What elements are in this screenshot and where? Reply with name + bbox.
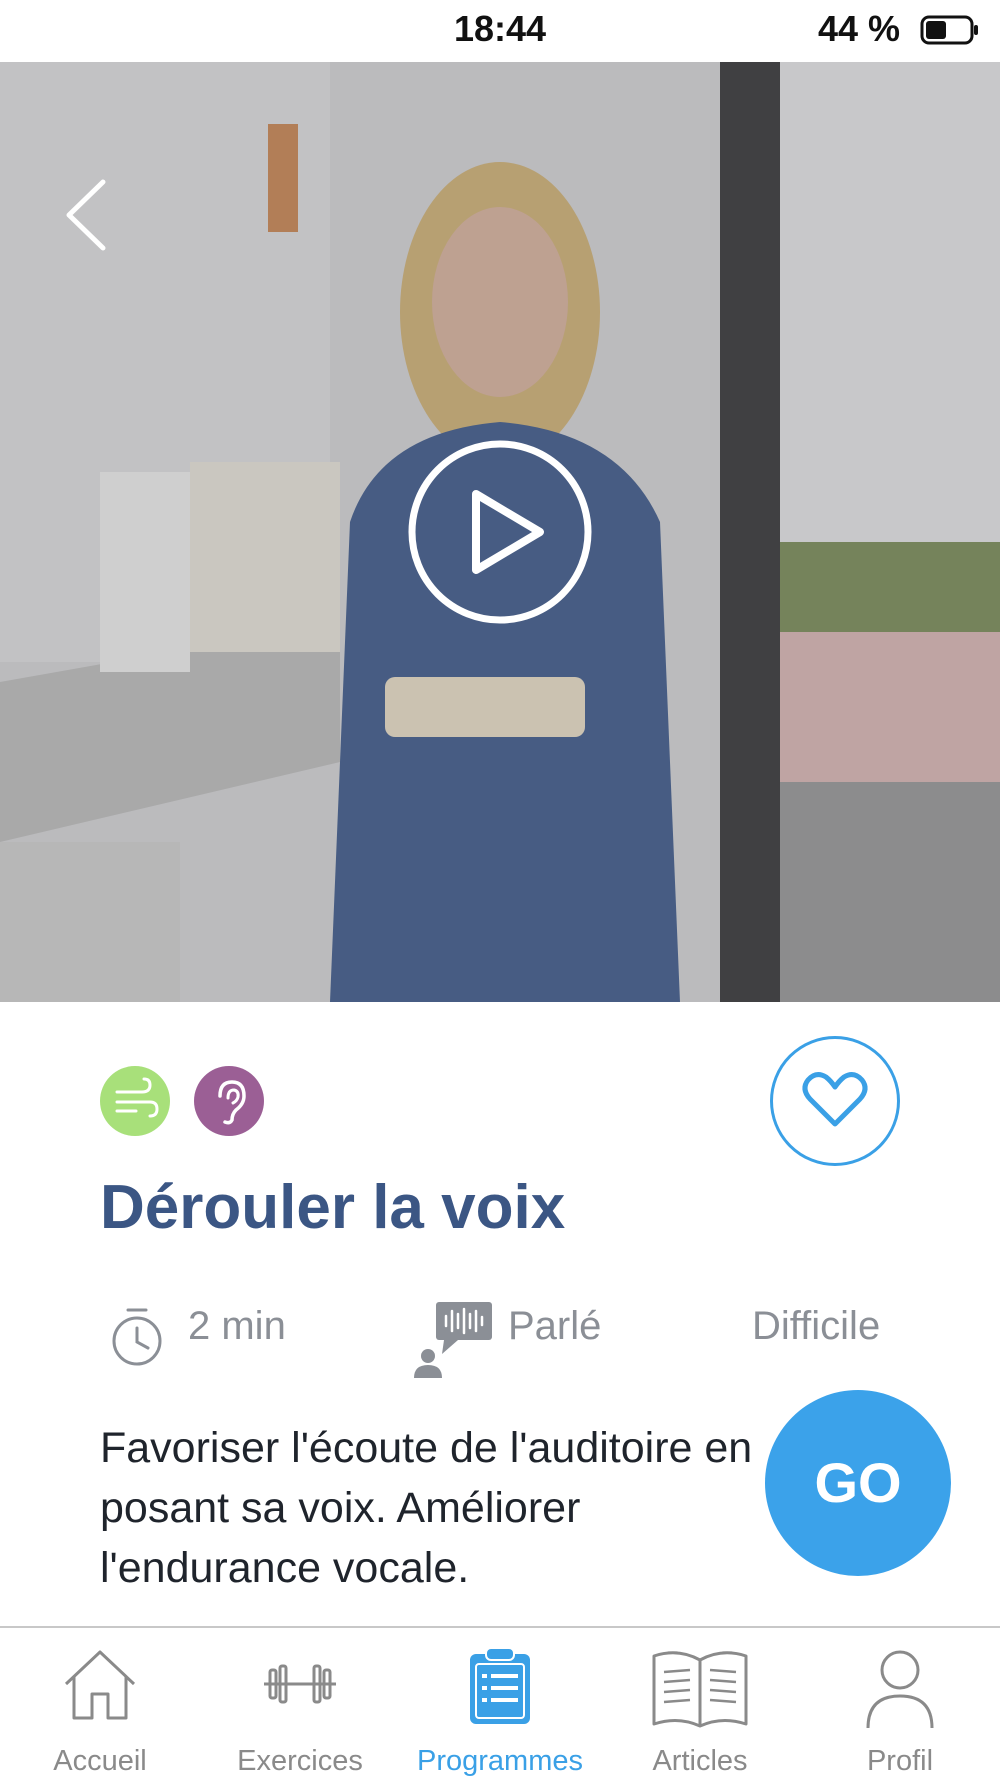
battery-icon: [920, 15, 978, 45]
duration-label: 2 min: [188, 1304, 286, 1348]
breath-icon: [115, 1077, 159, 1118]
tab-articles[interactable]: Articles: [600, 1628, 800, 1778]
tab-label: Exercices: [237, 1745, 363, 1777]
home-icon: [64, 1650, 136, 1720]
exercise-title: Dérouler la voix: [100, 1173, 566, 1242]
clipboard-icon: [470, 1647, 530, 1724]
status-bar: 18:44 44 %: [0, 0, 1000, 62]
difficulty-label: Difficile: [752, 1304, 881, 1348]
tab-label: Programmes: [417, 1745, 583, 1777]
back-chevron-icon[interactable]: [55, 170, 125, 260]
person-icon: [866, 1650, 934, 1729]
heart-icon: [802, 1072, 868, 1127]
tab-accueil[interactable]: Accueil: [0, 1628, 200, 1778]
exercise-description: Favoriser l'écoute de l'auditoire en pos…: [100, 1424, 753, 1592]
tab-exercices[interactable]: Exercices: [200, 1628, 400, 1778]
go-button[interactable]: GO: [765, 1390, 951, 1576]
dumbbell-icon: [264, 1664, 336, 1704]
exercise-details: Dérouler la voix 2 min Parlé Difficile F…: [0, 1002, 1000, 1626]
play-button-icon[interactable]: [406, 438, 594, 626]
tab-label: Articles: [652, 1745, 748, 1777]
breath-category-badge: [100, 1066, 170, 1136]
bottom-tab-bar: Accueil Exercices Programmes Articles Pr…: [0, 1626, 1000, 1778]
mode-label: Parlé: [508, 1304, 602, 1348]
ear-icon: [218, 1080, 246, 1125]
speaking-icon: [414, 1302, 492, 1378]
video-player[interactable]: [0, 62, 1000, 1002]
tab-profil[interactable]: Profil: [800, 1628, 1000, 1778]
tab-programmes[interactable]: Programmes: [400, 1628, 600, 1778]
book-icon: [652, 1651, 748, 1728]
timer-icon: [112, 1308, 162, 1366]
ear-category-badge: [194, 1066, 264, 1136]
tab-label: Accueil: [53, 1745, 147, 1777]
favorite-button[interactable]: [770, 1036, 900, 1166]
battery-percentage: 44 %: [817, 8, 900, 49]
tab-label: Profil: [866, 1745, 934, 1777]
